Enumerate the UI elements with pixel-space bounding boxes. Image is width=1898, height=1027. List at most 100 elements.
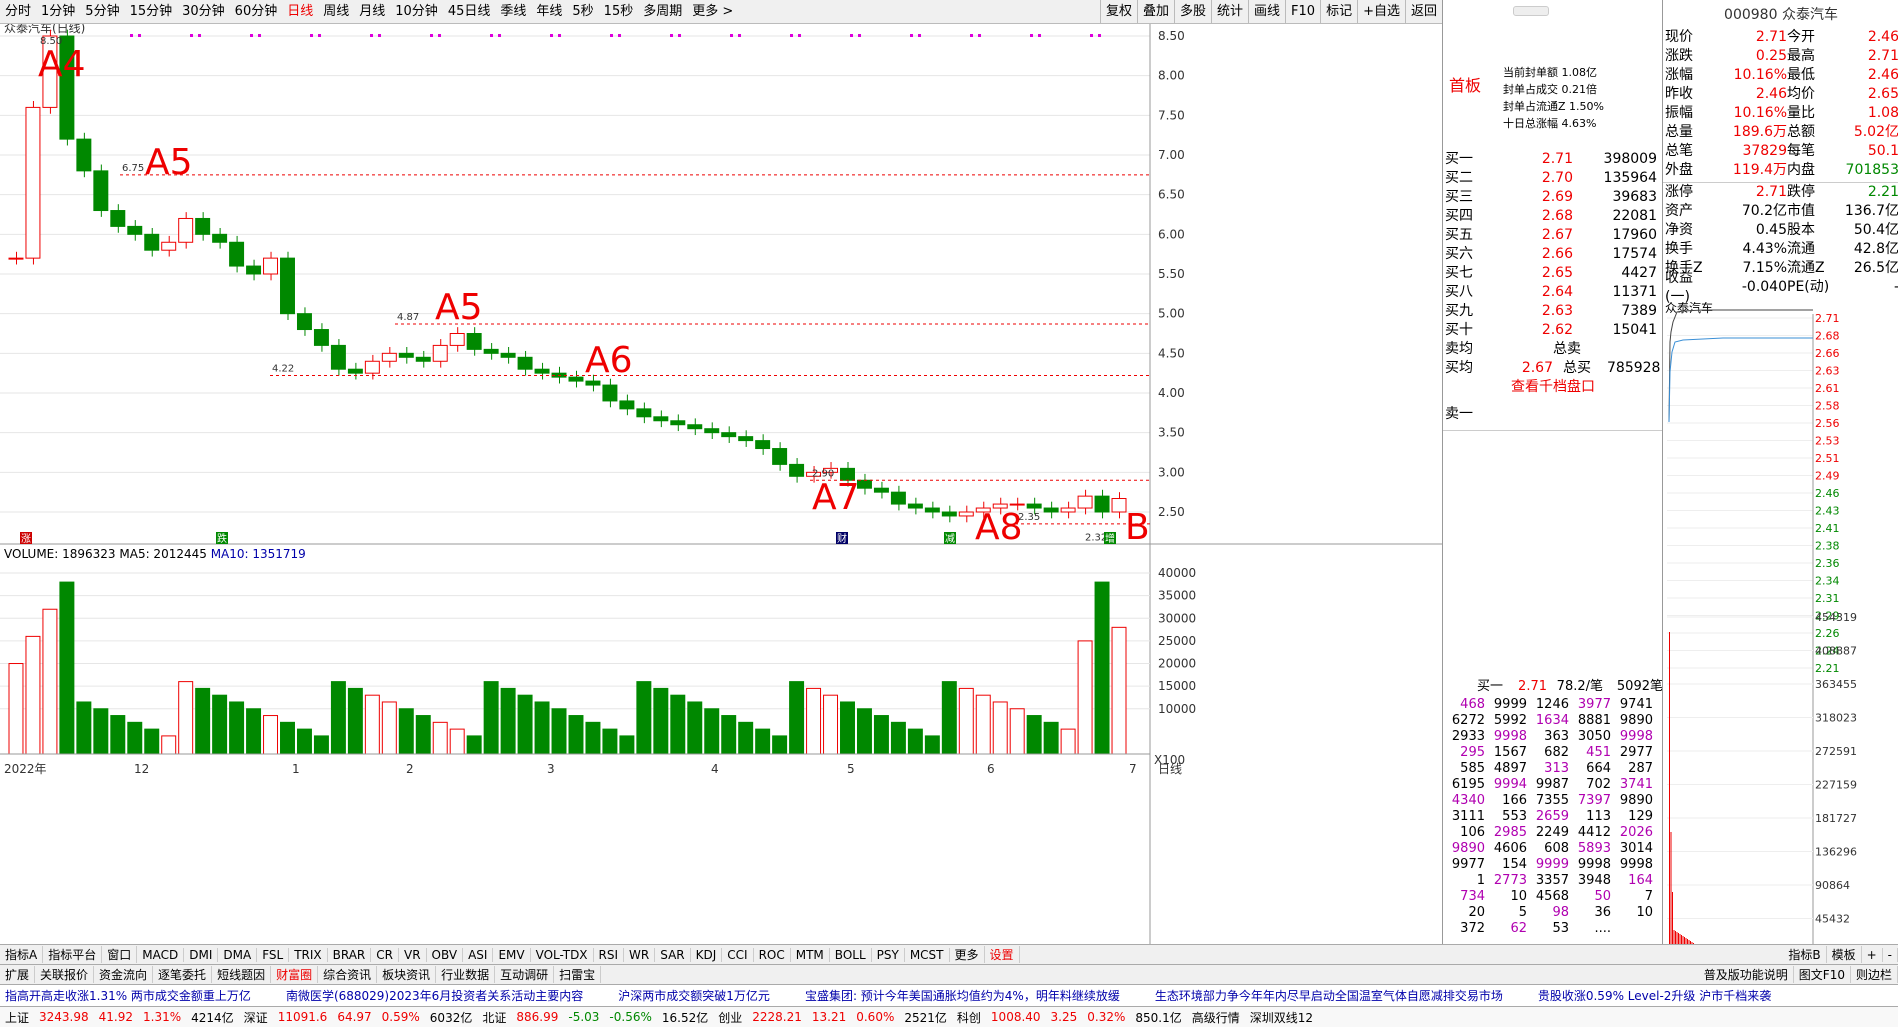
price-label: 2.32 [1085, 532, 1107, 543]
period-8[interactable]: 月线 [354, 0, 390, 24]
period-6[interactable]: 日线 [282, 0, 318, 24]
candle [704, 428, 720, 434]
toolbar-btn-0[interactable]: 复权 [1099, 0, 1137, 24]
volume-bar [941, 681, 957, 755]
indicator-tab-15[interactable]: RSI [594, 947, 625, 962]
period-12[interactable]: 年线 [531, 0, 567, 24]
ext-tab-2[interactable]: 资金流向 [94, 966, 154, 983]
period-10[interactable]: 45日线 [443, 0, 496, 24]
indicator-tab-23[interactable]: PSY [872, 947, 905, 962]
indicator-tab-7[interactable]: TRIX [289, 947, 328, 962]
toolbar-btn-7[interactable]: +自选 [1357, 0, 1405, 24]
fund-cell: 股本 [1787, 222, 1815, 238]
indicator-tabs[interactable]: 指标A 指标平台 窗口 MACD DMI DMA FSL TRIX BRAR CR VR OBV ASI… [0, 944, 1898, 964]
ticker-item-0[interactable]: 指高开高走收涨1.31% 两市成交金额重上万亿 [0, 987, 281, 1004]
volume-bar [653, 687, 669, 755]
indicator-tab-14[interactable]: VOL-TDX [531, 947, 594, 962]
ticker-item-1[interactable]: 南微医学(688029)2023年6月投资者关系活动主要内容 [281, 987, 613, 1004]
ext-tab-9[interactable]: 互动调研 [495, 966, 555, 983]
main-chart[interactable]: 众泰汽车(日线) 8.50 8.00 7.50 7.00 6.50 6.00 5.50 5.00… [0, 24, 1442, 1000]
ext-tab-5[interactable]: 财富圈 [271, 966, 319, 983]
indicator-tab-3[interactable]: MACD [137, 947, 185, 962]
indicator-tab-20[interactable]: ROC [754, 947, 791, 962]
period-9[interactable]: 10分钟 [390, 0, 443, 24]
indicator-tab-22[interactable]: BOLL [830, 947, 872, 962]
bid-volume: 39683 [1612, 189, 1657, 205]
toolbar-btn-4[interactable]: 画线 [1248, 0, 1285, 24]
period-2[interactable]: 5分钟 [80, 0, 124, 24]
indicator-tab-17[interactable]: SAR [655, 947, 691, 962]
indicator-right-1[interactable]: 模板 [1827, 946, 1862, 963]
indicator-tab-11[interactable]: OBV [427, 947, 464, 962]
ext-tab-10[interactable]: 扫雷宝 [554, 966, 602, 983]
toolbar-btn-1[interactable]: 叠加 [1136, 0, 1174, 24]
ext-tab-6[interactable]: 综合资讯 [318, 966, 378, 983]
indicator-tab-16[interactable]: WR [624, 947, 656, 962]
indicator-tab-4[interactable]: DMI [184, 947, 219, 962]
period-14[interactable]: 15秒 [599, 0, 639, 24]
indicator-tab-13[interactable]: EMV [493, 947, 531, 962]
y-tick: 4.50 [1158, 346, 1185, 360]
indicator-tab-0[interactable]: 指标A [0, 946, 44, 963]
toolbar-btn-5[interactable]: F10 [1285, 0, 1320, 24]
candle [1094, 495, 1110, 513]
ext-right-1[interactable]: 图文F10 [1794, 966, 1851, 983]
indicator-right-2[interactable]: + [1862, 947, 1883, 962]
period-0[interactable]: 分时 [0, 0, 36, 24]
collapse-toggle[interactable] [1513, 6, 1549, 16]
toolbar-btn-8[interactable]: 返回 [1404, 0, 1442, 24]
y-tick: 8.50 [1158, 29, 1185, 43]
indicator-tab-21[interactable]: MTM [791, 947, 830, 962]
indicator-tab-8[interactable]: BRAR [328, 947, 372, 962]
bid-volume: 17574 [1612, 246, 1657, 262]
ext-tab-1[interactable]: 关联报价 [35, 966, 95, 983]
news-ticker[interactable]: 指高开高走收涨1.31% 两市成交金额重上万亿 南微医学(688029)2023年… [0, 984, 1898, 1006]
ext-tab-0[interactable]: 扩展 [0, 966, 36, 983]
indicator-tab-24[interactable]: MCST [905, 947, 950, 962]
ticker-item-4[interactable]: 生态环境部力争今年年内尽早启动全国温室气体自愿减排交易市场 [1150, 987, 1533, 1004]
ext-tab-3[interactable]: 逐笔委托 [153, 966, 213, 983]
indicator-tab-25[interactable]: 更多 [950, 946, 985, 963]
ticker-item-2[interactable]: 沪深两市成交额突破1万亿元 [613, 987, 800, 1004]
indicator-tab-6[interactable]: FSL [257, 947, 290, 962]
ticker-item-5[interactable]: 贵股收涨0.59% Level-2升级 沪市千档来袭 [1533, 987, 1801, 1004]
indicator-tab-18[interactable]: KDJ [691, 947, 723, 962]
ext-tab-4[interactable]: 短线题因 [212, 966, 272, 983]
view-depth-link[interactable]: 查看千档盘口 [1443, 378, 1663, 397]
ext-right-0[interactable]: 普及版功能说明 [1699, 966, 1794, 983]
indicator-right-0[interactable]: 指标B [1783, 946, 1827, 963]
period-11[interactable]: 季线 [495, 0, 531, 24]
quote-cell: 涨跌 [1665, 48, 1693, 64]
extension-tabs[interactable]: 扩展 关联报价 资金流向 逐笔委托 短线题因 财富圈 综合资讯 板块资讯 行业数据 互动调研 扫雷宝… [0, 964, 1898, 984]
x-label: 5 [847, 762, 855, 776]
indicator-tab-9[interactable]: CR [371, 947, 399, 962]
quote-cell: 涨幅 [1665, 67, 1693, 83]
toolbar-btn-3[interactable]: 统计 [1211, 0, 1248, 24]
period-15[interactable]: 多周期 [638, 0, 687, 24]
ticker-item-3[interactable]: 宝盛集团: 预计今年美国通胀均值约为4%，明年料继续放缓 [800, 987, 1150, 1004]
period-4[interactable]: 30分钟 [177, 0, 230, 24]
period-1[interactable]: 1分钟 [36, 0, 80, 24]
toolbar-btn-2[interactable]: 多股 [1173, 0, 1211, 24]
toolbar-btn-6[interactable]: 标记 [1320, 0, 1357, 24]
intraday-chart[interactable]: 众泰汽车 2.71 2.68 2.66 2.63 2.61 2.58 2.56 2.53 2.51… [1663, 302, 1898, 962]
period-13[interactable]: 5秒 [567, 0, 598, 24]
period-16[interactable]: 更多 > [687, 0, 738, 24]
period-7[interactable]: 周线 [318, 0, 354, 24]
indicator-tab-5[interactable]: DMA [218, 947, 258, 962]
indicator-tab-19[interactable]: CCI [722, 947, 754, 962]
mini-tick: 2.49 [1815, 470, 1840, 483]
volume-bar [280, 721, 295, 755]
indicator-tab-2[interactable]: 窗口 [102, 946, 138, 963]
indicator-tab-1[interactable]: 指标平台 [43, 946, 103, 963]
mini-vol-tick: 363455 [1815, 678, 1857, 691]
period-3[interactable]: 15分钟 [125, 0, 178, 24]
period-5[interactable]: 60分钟 [230, 0, 283, 24]
indicator-tab-26[interactable]: 设置 [985, 946, 1020, 963]
indicator-right-3[interactable]: - [1883, 947, 1898, 962]
indicator-tab-12[interactable]: ASI [463, 947, 494, 962]
indicator-tab-10[interactable]: VR [399, 947, 427, 962]
ext-right-2[interactable]: 则边栏 [1851, 966, 1898, 983]
ext-tab-7[interactable]: 板块资讯 [377, 966, 437, 983]
ext-tab-8[interactable]: 行业数据 [436, 966, 496, 983]
